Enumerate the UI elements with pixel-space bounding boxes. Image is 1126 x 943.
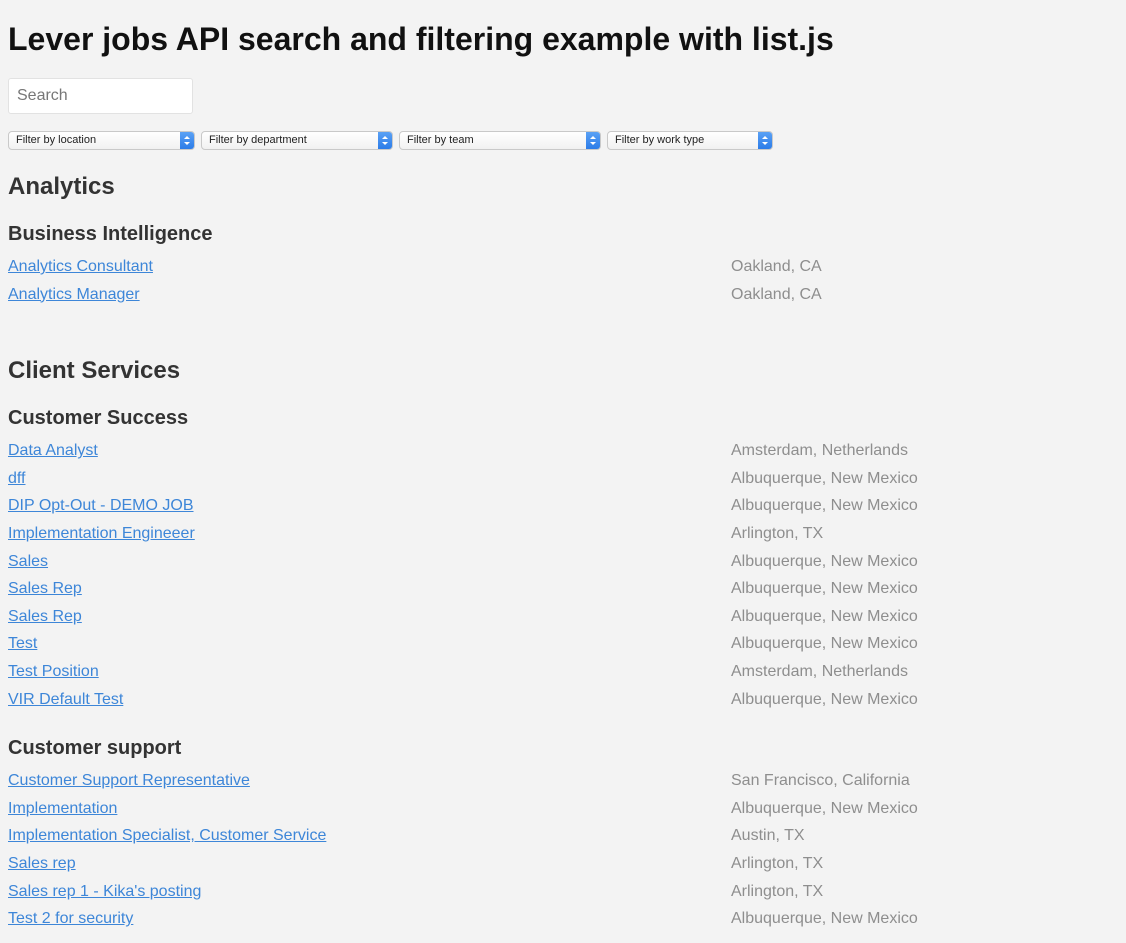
job-title-link[interactable]: Test Position <box>8 663 99 680</box>
department-title: Client Services <box>8 357 181 385</box>
job-posting-row: DIP Opt-Out - DEMO JOB Albuquerque, New … <box>8 492 1118 520</box>
job-location: Oakland, CA <box>731 285 822 303</box>
department-section: Analytics Business Intelligence Analytic… <box>8 172 1118 308</box>
job-posting-row: Sales Rep Albuquerque, New Mexico <box>8 575 1118 603</box>
job-location: San Francisco, California <box>731 772 910 790</box>
filter-bar: Filter by location Filter by department … <box>8 131 1118 150</box>
job-location: Albuquerque, New Mexico <box>731 799 918 817</box>
job-location: Albuquerque, New Mexico <box>731 690 918 708</box>
filter-team-label: Filter by team <box>407 134 474 146</box>
job-title-link[interactable]: Sales rep 1 - Kika's posting <box>8 883 201 900</box>
team-title: Customer Success <box>8 407 189 430</box>
job-location: Arlington, TX <box>731 854 824 872</box>
search-input[interactable] <box>8 78 193 114</box>
job-title-link[interactable]: Data Analyst <box>8 442 98 459</box>
job-title-link[interactable]: Implementation <box>8 800 117 817</box>
select-arrows-icon <box>378 132 392 149</box>
job-title-link[interactable]: VIR Default Test <box>8 691 123 708</box>
jobs-page: Lever jobs API search and filtering exam… <box>0 0 1126 933</box>
job-location: Albuquerque, New Mexico <box>731 469 918 487</box>
job-posting-row: Sales Rep Albuquerque, New Mexico <box>8 603 1118 631</box>
job-posting-row: Analytics Manager Oakland, CA <box>8 281 1118 309</box>
job-posting-row: Data Analyst Amsterdam, Netherlands <box>8 437 1118 465</box>
job-location: Arlington, TX <box>731 882 824 900</box>
job-location: Albuquerque, New Mexico <box>731 580 918 598</box>
job-posting-row: Sales rep 1 - Kika's posting Arlington, … <box>8 878 1118 906</box>
job-location: Arlington, TX <box>731 524 824 542</box>
job-title-link[interactable]: Analytics Manager <box>8 286 140 303</box>
department-title: Analytics <box>8 173 115 200</box>
job-title-link[interactable]: Sales Rep <box>8 608 82 625</box>
select-arrows-icon <box>586 132 600 149</box>
select-arrows-icon <box>758 132 772 149</box>
search-container <box>8 78 1118 114</box>
job-location: Oakland, CA <box>731 258 822 275</box>
job-posting-row: dff Albuquerque, New Mexico <box>8 465 1118 493</box>
job-title-link[interactable]: DIP Opt-Out - DEMO JOB <box>8 497 194 514</box>
job-title-link[interactable]: Customer Support Representative <box>8 772 250 789</box>
filter-team-select[interactable]: Filter by team <box>399 131 601 150</box>
job-location: Albuquerque, New Mexico <box>731 607 918 625</box>
filter-worktype-select[interactable]: Filter by work type <box>607 131 773 150</box>
job-posting-row: VIR Default Test Albuquerque, New Mexico <box>8 686 1118 714</box>
department-section: Client Services Customer Success Data An… <box>8 356 1118 933</box>
page-title: Lever jobs API search and filtering exam… <box>8 21 834 57</box>
select-arrows-icon <box>180 132 194 149</box>
team-title: Business Intelligence <box>8 223 213 245</box>
job-posting-row: Test 2 for security Albuquerque, New Mex… <box>8 905 1118 933</box>
job-posting-row: Implementation Specialist, Customer Serv… <box>8 822 1118 850</box>
job-title-link[interactable]: Sales rep <box>8 855 76 872</box>
job-title-link[interactable]: Sales <box>8 553 48 570</box>
job-title-link[interactable]: Implementation Engineeer <box>8 525 195 542</box>
job-location: Albuquerque, New Mexico <box>731 497 918 515</box>
job-posting-row: Sales rep Arlington, TX <box>8 850 1118 878</box>
job-location: Austin, TX <box>731 827 805 845</box>
job-posting-row: Customer Support Representative San Fran… <box>8 767 1118 795</box>
job-title-link[interactable]: Test <box>8 635 37 652</box>
job-title-link[interactable]: Sales Rep <box>8 580 82 597</box>
job-location: Amsterdam, Netherlands <box>731 662 908 680</box>
filter-department-label: Filter by department <box>209 134 307 146</box>
job-title-link[interactable]: Test 2 for security <box>8 910 133 927</box>
team-title: Customer support <box>8 737 182 760</box>
job-posting-row: Implementation Engineeer Arlington, TX <box>8 520 1118 548</box>
job-posting-row: Sales Albuquerque, New Mexico <box>8 548 1118 576</box>
job-location: Albuquerque, New Mexico <box>731 910 918 928</box>
job-posting-row: Implementation Albuquerque, New Mexico <box>8 795 1118 823</box>
job-title-link[interactable]: Implementation Specialist, Customer Serv… <box>8 827 326 844</box>
filter-location-select[interactable]: Filter by location <box>8 131 195 150</box>
job-location: Albuquerque, New Mexico <box>731 635 918 653</box>
job-location: Albuquerque, New Mexico <box>731 552 918 570</box>
job-title-link[interactable]: Analytics Consultant <box>8 258 153 275</box>
job-posting-row: Test Position Amsterdam, Netherlands <box>8 658 1118 686</box>
job-posting-row: Analytics Consultant Oakland, CA <box>8 253 1118 281</box>
job-title-link[interactable]: dff <box>8 470 26 487</box>
filter-worktype-label: Filter by work type <box>615 134 705 146</box>
filter-department-select[interactable]: Filter by department <box>201 131 393 150</box>
job-posting-row: Test Albuquerque, New Mexico <box>8 630 1118 658</box>
filter-location-label: Filter by location <box>16 134 97 146</box>
job-location: Amsterdam, Netherlands <box>731 442 908 460</box>
